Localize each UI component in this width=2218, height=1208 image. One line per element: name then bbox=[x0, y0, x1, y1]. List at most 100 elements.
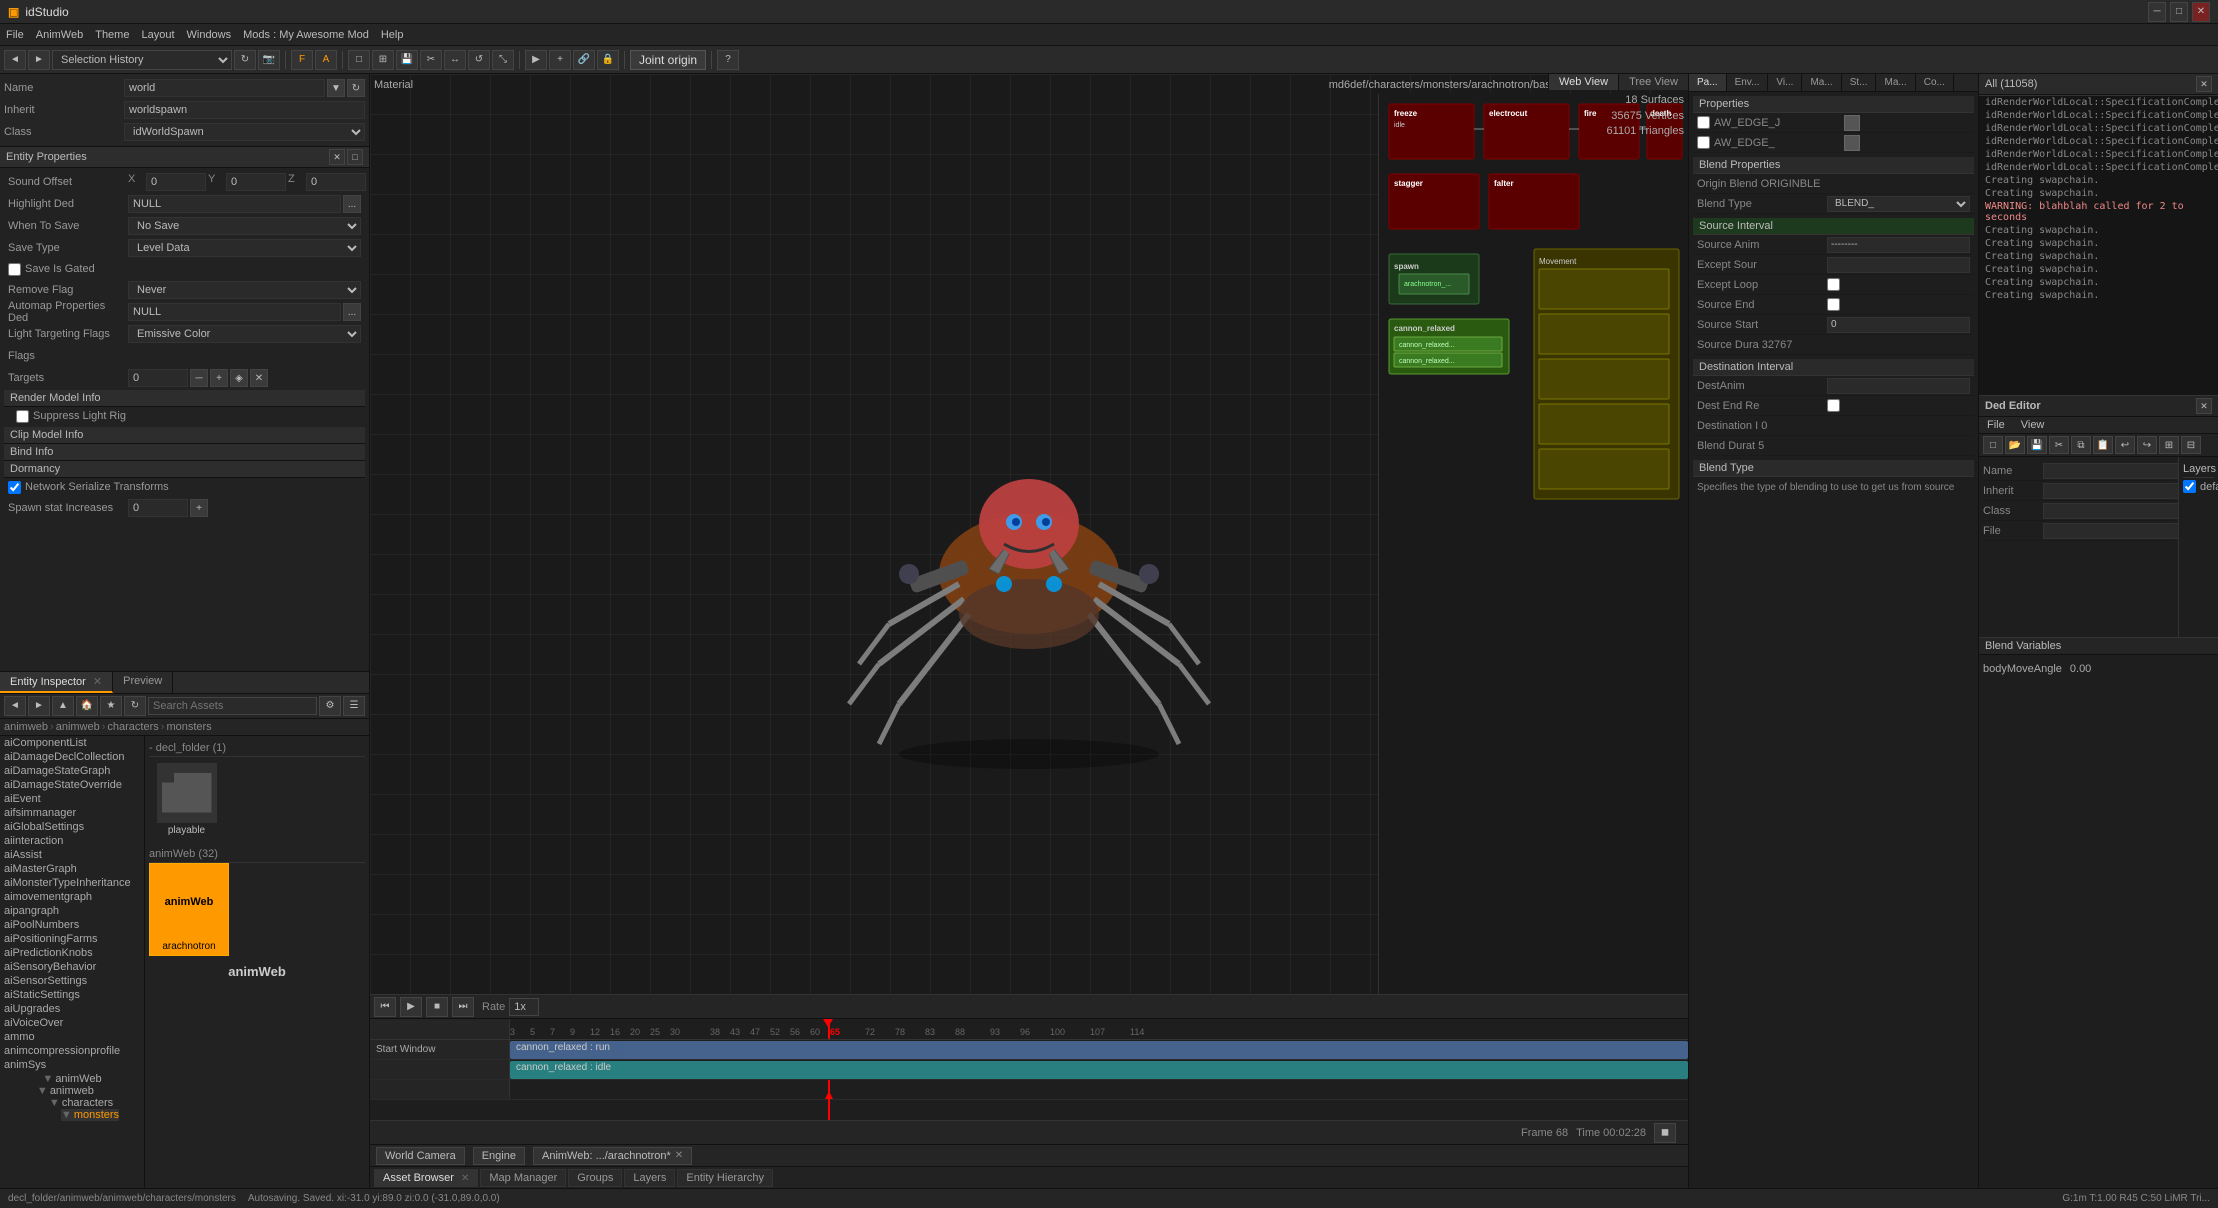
dormancy-section[interactable]: Dormancy bbox=[4, 461, 365, 478]
menu-mods[interactable]: Mods : My Awesome Mod bbox=[243, 29, 369, 41]
timeline-end-btn[interactable]: ◼ bbox=[1654, 1123, 1676, 1143]
entity-hierarchy-tab[interactable]: Entity Hierarchy bbox=[677, 1169, 773, 1187]
folder-aiPositioningFarms[interactable]: aiPositioningFarms bbox=[0, 932, 144, 946]
sound-offset-y[interactable] bbox=[226, 173, 286, 191]
new-btn[interactable]: □ bbox=[348, 50, 370, 70]
sound-offset-x[interactable] bbox=[146, 173, 206, 191]
light-targeting-select[interactable]: Emissive Color bbox=[128, 325, 361, 343]
folder-aiinteraction[interactable]: aiinteraction bbox=[0, 834, 144, 848]
folder-aiAssist[interactable]: aiAssist bbox=[0, 848, 144, 862]
entity-inspector-tab-close[interactable]: ✕ bbox=[93, 676, 102, 688]
nav-animweb1[interactable]: animweb bbox=[4, 721, 48, 733]
folder-animWeb[interactable]: ▼ animWeb ▼ animweb ▼ characte bbox=[0, 1072, 144, 1122]
asset-forward-btn[interactable]: ► bbox=[28, 696, 50, 716]
save-type-select[interactable]: Level Data bbox=[128, 239, 361, 257]
tl-rewind-btn[interactable]: ⏮ bbox=[374, 997, 396, 1017]
ded-collapse-btn[interactable]: ⊟ bbox=[2181, 436, 2201, 454]
asset-up-btn[interactable]: ▲ bbox=[52, 696, 74, 716]
when-to-save-select[interactable]: No Save bbox=[128, 217, 361, 235]
folder-monsters[interactable]: ▼ monsters bbox=[61, 1109, 119, 1121]
folder-aiStaticSettings[interactable]: aiStaticSettings bbox=[0, 988, 144, 1002]
layers-tab[interactable]: Layers bbox=[624, 1169, 675, 1187]
menu-file[interactable]: File bbox=[6, 29, 24, 41]
lock-btn[interactable]: 🔒 bbox=[597, 50, 619, 70]
nav-characters[interactable]: characters bbox=[107, 721, 158, 733]
folder-aiDamageDecICollection[interactable]: aiDamageDeclCollection bbox=[0, 750, 144, 764]
folder-aiPoolNumbers[interactable]: aiPoolNumbers bbox=[0, 918, 144, 932]
name-options-btn[interactable]: ▼ bbox=[327, 79, 345, 97]
track-content-2[interactable]: cannon_relaxed : idle bbox=[510, 1060, 1688, 1079]
name-input[interactable] bbox=[124, 79, 325, 97]
ded-paste-btn[interactable]: 📋 bbox=[2093, 436, 2113, 454]
spawn-stat-add-btn[interactable]: + bbox=[190, 499, 208, 517]
pa-tab[interactable]: Pa... bbox=[1689, 74, 1727, 91]
layer-default[interactable]: default bbox=[2183, 478, 2214, 495]
ep-expand-btn[interactable]: □ bbox=[347, 149, 363, 165]
file-btn[interactable]: F bbox=[291, 50, 313, 70]
animweb-btn-bar[interactable]: AnimWeb: .../arachnotron* ✕ bbox=[533, 1147, 692, 1165]
st-tab[interactable]: St... bbox=[1842, 74, 1877, 91]
tl-stop-btn[interactable]: ■ bbox=[426, 997, 448, 1017]
asset-settings-btn[interactable]: ⚙ bbox=[319, 696, 341, 716]
aw-edge-color[interactable] bbox=[1844, 135, 1860, 151]
refresh-btn[interactable]: ↻ bbox=[234, 50, 256, 70]
folder-animSys[interactable]: animSys bbox=[0, 1058, 144, 1072]
source-start-input[interactable] bbox=[1827, 317, 1970, 333]
open-btn[interactable]: ⊞ bbox=[372, 50, 394, 70]
ded-new-btn[interactable]: □ bbox=[1983, 436, 2003, 454]
co-tab[interactable]: Co... bbox=[1916, 74, 1954, 91]
name-refresh-btn[interactable]: ↻ bbox=[347, 79, 365, 97]
folder-aiEvent[interactable]: aiEvent bbox=[0, 792, 144, 806]
nav-animweb2[interactable]: animweb bbox=[56, 721, 100, 733]
blend-type-select[interactable]: BLEND_ bbox=[1827, 196, 1970, 212]
targets-minus-btn[interactable]: ─ bbox=[190, 369, 208, 387]
menu-help[interactable]: Help bbox=[381, 29, 404, 41]
asset-bookmark-btn[interactable]: ★ bbox=[100, 696, 122, 716]
folder-aiSensoryBehavior[interactable]: aiSensoryBehavior bbox=[0, 960, 144, 974]
folder-aiMasterGraph[interactable]: aiMasterGraph bbox=[0, 862, 144, 876]
vi-tab[interactable]: Vi... bbox=[1768, 74, 1802, 91]
highlight-browse-btn[interactable]: ... bbox=[343, 195, 361, 213]
ded-expand-btn[interactable]: ⊞ bbox=[2159, 436, 2179, 454]
engine-btn[interactable]: Engine bbox=[473, 1147, 525, 1165]
asset-playable[interactable]: playable bbox=[149, 761, 224, 838]
save-btn[interactable]: 💾 bbox=[396, 50, 418, 70]
ded-close-btn[interactable]: ✕ bbox=[2196, 398, 2212, 414]
menu-theme[interactable]: Theme bbox=[95, 29, 129, 41]
asset-home-btn[interactable]: 🏠 bbox=[76, 696, 98, 716]
ma-tab2[interactable]: Ma... bbox=[1876, 74, 1915, 91]
folder-animweb-sub[interactable]: ▼ animweb bbox=[37, 1085, 119, 1097]
tl-fastfwd-btn[interactable]: ⏭ bbox=[452, 997, 474, 1017]
folder-aiMonsterType[interactable]: aiMonsterTypeInheritance bbox=[0, 876, 144, 890]
3d-viewport[interactable]: Material md6def/characters/monsters/arac… bbox=[370, 74, 1688, 994]
remove-flag-select[interactable]: Never bbox=[128, 281, 361, 299]
selection-history-select[interactable]: Selection History bbox=[52, 50, 232, 70]
except-loop-cb[interactable] bbox=[1827, 278, 1840, 291]
render-model-section[interactable]: Render Model Info bbox=[4, 390, 365, 407]
ded-view-menu[interactable]: View bbox=[2013, 417, 2053, 433]
scale-btn[interactable]: ⤡ bbox=[492, 50, 514, 70]
targets-sel-btn[interactable]: ◈ bbox=[230, 369, 248, 387]
ep-close-btn[interactable]: ✕ bbox=[329, 149, 345, 165]
aw-edge-cb[interactable] bbox=[1697, 136, 1710, 149]
folder-aiSensorSettings[interactable]: aiSensorSettings bbox=[0, 974, 144, 988]
targets-clear-btn[interactable]: ✕ bbox=[250, 369, 268, 387]
folder-aiGlobalSettings[interactable]: aiGlobalSettings bbox=[0, 820, 144, 834]
add-btn[interactable]: + bbox=[549, 50, 571, 70]
back-btn[interactable]: ◄ bbox=[4, 50, 26, 70]
minimize-btn[interactable]: ─ bbox=[2148, 2, 2166, 22]
network-cb[interactable] bbox=[8, 481, 21, 494]
inherit-input[interactable] bbox=[124, 101, 365, 119]
folder-aimovementgraph[interactable]: aimovementgraph bbox=[0, 890, 144, 904]
dest-end-cb[interactable] bbox=[1827, 399, 1840, 412]
tree-view-tab[interactable]: Tree View bbox=[1618, 74, 1688, 90]
ma-tab1[interactable]: Ma... bbox=[1802, 74, 1841, 91]
dest-anim-input[interactable] bbox=[1827, 378, 1970, 394]
menu-windows[interactable]: Windows bbox=[187, 29, 232, 41]
help-icon[interactable]: ? bbox=[717, 50, 739, 70]
suppress-light-rig-cb[interactable] bbox=[16, 410, 29, 423]
link-btn[interactable]: 🔗 bbox=[573, 50, 595, 70]
source-anim-input[interactable] bbox=[1827, 237, 1970, 253]
tl-play-btn[interactable]: ▶ bbox=[400, 997, 422, 1017]
folder-aiVoiceOver[interactable]: aiVoiceOver bbox=[0, 1016, 144, 1030]
